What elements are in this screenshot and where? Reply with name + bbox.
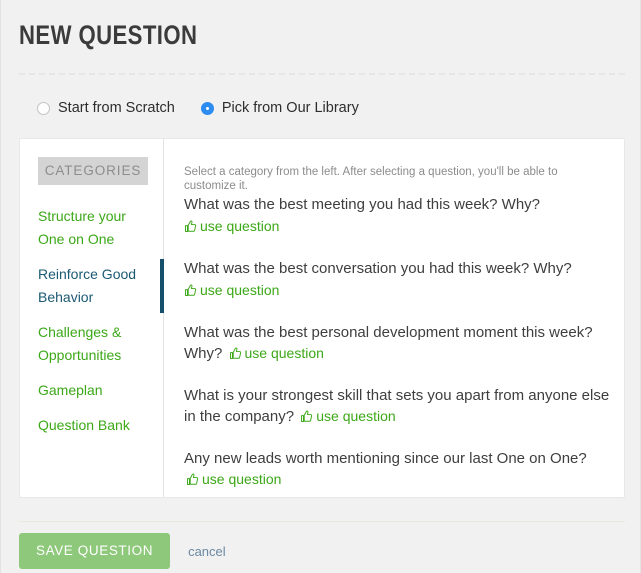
question-text: What was the best meeting you had this w… xyxy=(184,196,541,213)
thumbs-up-icon xyxy=(184,282,197,302)
categories-list: Structure your One on One Reinforce Good… xyxy=(20,199,164,443)
new-question-page: NEW QUESTION Start from Scratch Pick fro… xyxy=(0,0,641,573)
sidebar-item-label: Structure your One on One xyxy=(38,208,126,247)
radio-option-start-from-scratch[interactable]: Start from Scratch xyxy=(37,100,175,116)
sidebar-item-structure-your-one-on-one[interactable]: Structure your One on One xyxy=(20,199,163,257)
question-list-item: Any new leads worth mentioning since our… xyxy=(184,449,610,491)
use-question-button[interactable]: use question xyxy=(184,280,610,302)
use-question-button[interactable]: use question xyxy=(300,406,396,428)
sidebar-item-gameplan[interactable]: Gameplan xyxy=(20,373,163,408)
use-question-label: use question xyxy=(202,471,282,487)
question-list-item: What was the best personal development m… xyxy=(184,323,610,365)
page-title: NEW QUESTION xyxy=(19,20,198,50)
use-question-button[interactable]: use question xyxy=(229,343,324,365)
sidebar-item-reinforce-good-behavior[interactable]: Reinforce Good Behavior xyxy=(20,257,164,315)
thumbs-up-icon xyxy=(300,408,313,428)
question-library-card: CATEGORIES Structure your One on One Rei… xyxy=(19,138,625,498)
radio-label-start-from-scratch: Start from Scratch xyxy=(58,100,175,116)
radio-icon-unchecked[interactable] xyxy=(37,101,50,115)
header-divider xyxy=(19,73,625,75)
use-question-label: use question xyxy=(200,282,280,298)
cancel-link[interactable]: cancel xyxy=(188,544,226,559)
sidebar-item-question-bank[interactable]: Question Bank xyxy=(20,408,163,443)
question-list-item: What was the best conversation you had t… xyxy=(184,259,610,302)
questions-help-text: Select a category from the left. After s… xyxy=(184,166,558,192)
thumbs-up-icon xyxy=(229,345,242,365)
radio-icon-checked[interactable] xyxy=(200,101,214,115)
sidebar-item-label: Challenges & Opportunities xyxy=(38,324,122,363)
questions-panel: Select a category from the left. After s… xyxy=(164,139,624,497)
thumbs-up-icon xyxy=(184,218,197,238)
save-question-button[interactable]: SAVE QUESTION xyxy=(19,533,171,569)
radio-label-pick-from-library: Pick from Our Library xyxy=(221,100,359,116)
footer-actions: SAVE QUESTION cancel xyxy=(19,533,226,569)
categories-header: CATEGORIES xyxy=(38,157,148,185)
radio-option-pick-from-library[interactable]: Pick from Our Library xyxy=(200,100,359,116)
question-text: What is your strongest skill that sets y… xyxy=(184,387,610,425)
sidebar-item-label: Gameplan xyxy=(38,382,103,398)
sidebar-item-challenges-and-opportunities[interactable]: Challenges & Opportunities xyxy=(20,315,163,373)
question-text: Any new leads worth mentioning since our… xyxy=(184,450,587,467)
use-question-label: use question xyxy=(200,218,280,234)
question-text: What was the best conversation you had t… xyxy=(184,260,572,277)
use-question-label: use question xyxy=(316,408,396,424)
question-list-item: What was the best meeting you had this w… xyxy=(184,195,610,238)
use-question-button[interactable]: use question xyxy=(186,469,281,491)
use-question-button[interactable]: use question xyxy=(184,216,610,238)
sidebar-item-label: Question Bank xyxy=(38,417,130,433)
thumbs-up-icon xyxy=(186,471,199,491)
sidebar-item-label: Reinforce Good Behavior xyxy=(38,266,137,305)
question-list-item: What is your strongest skill that sets y… xyxy=(184,386,610,428)
use-question-label: use question xyxy=(244,345,324,361)
categories-sidebar: CATEGORIES Structure your One on One Rei… xyxy=(20,139,164,497)
footer-divider xyxy=(19,521,625,522)
question-source-radio-group: Start from Scratch Pick from Our Library xyxy=(37,100,359,116)
questions-list[interactable]: What was the best meeting you had this w… xyxy=(164,195,624,497)
